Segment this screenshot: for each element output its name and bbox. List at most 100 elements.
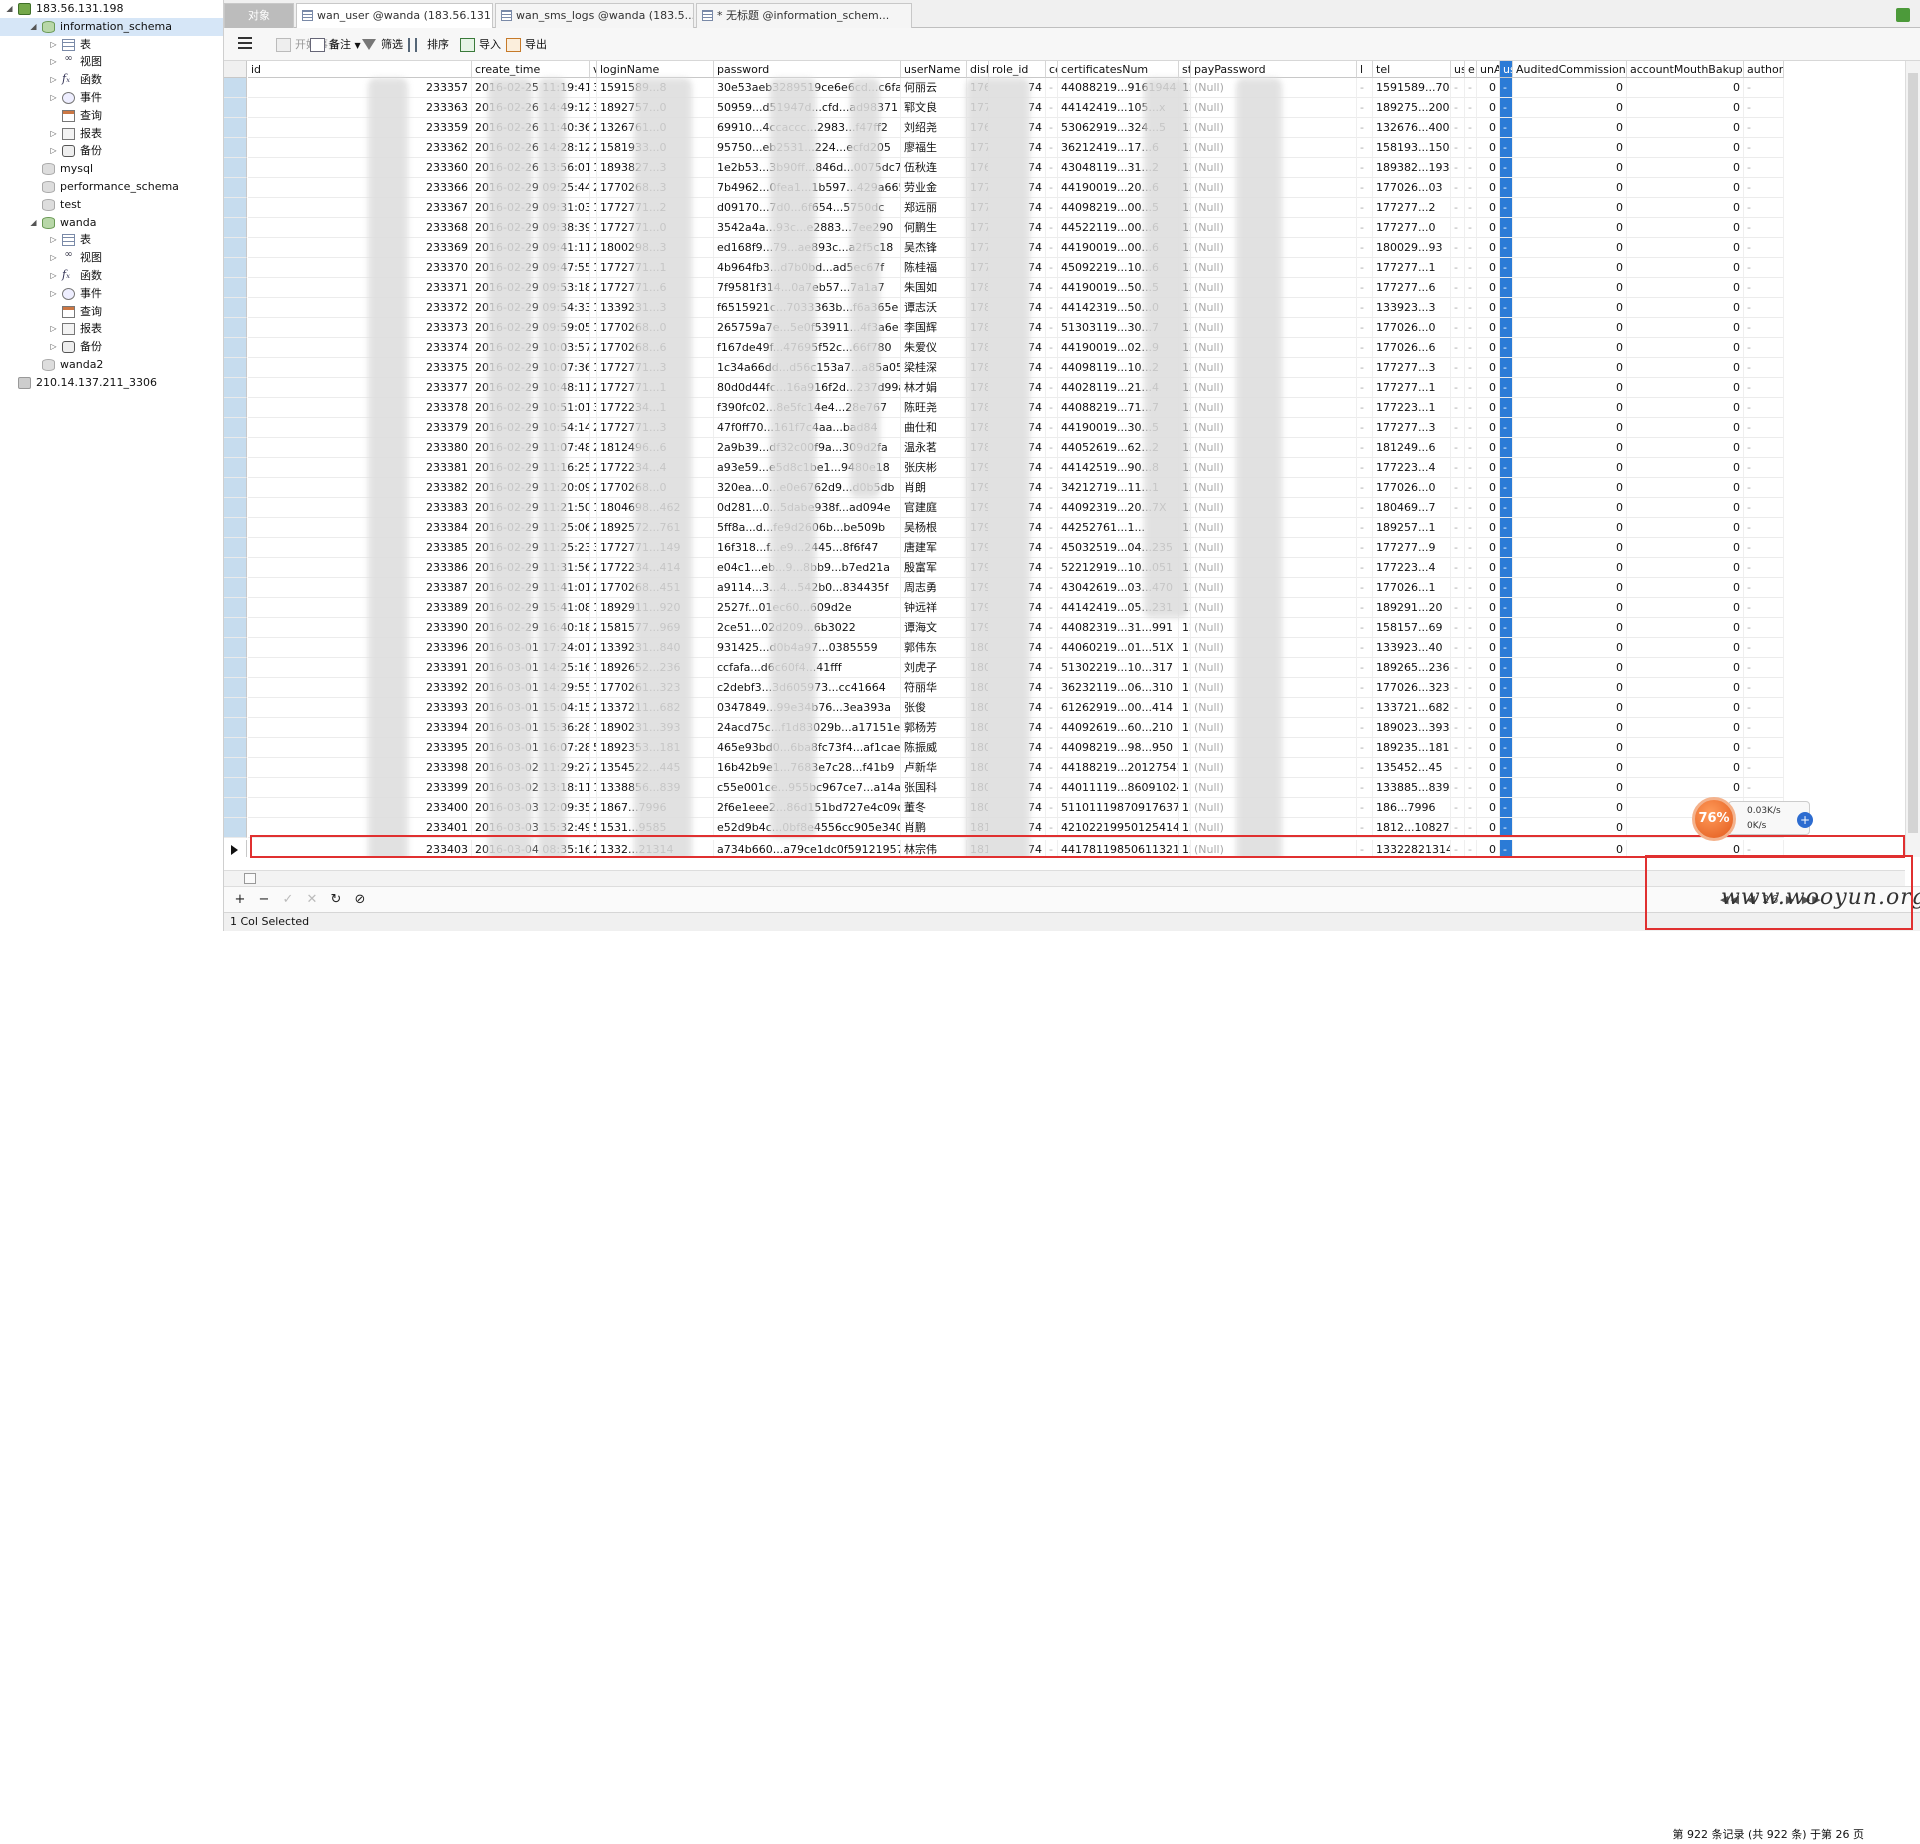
table-row[interactable]: 2333832016-02-29 11:21:5011804698...4620…: [224, 498, 1905, 518]
tree-node[interactable]: ◢ wanda: [0, 214, 223, 232]
row-marker[interactable]: [224, 298, 247, 318]
table-cell[interactable]: 0: [1627, 158, 1744, 178]
table-cell[interactable]: 233372: [248, 298, 472, 318]
table-cell[interactable]: -: [1357, 678, 1373, 698]
table-cell[interactable]: -: [1744, 658, 1784, 678]
table-cell[interactable]: -: [1357, 118, 1373, 138]
table-cell[interactable]: 0: [1627, 378, 1744, 398]
table-cell[interactable]: -: [1046, 678, 1058, 698]
table-row[interactable]: 2334012016-03-03 15:32:4951531...9585e52…: [224, 818, 1905, 838]
table-cell[interactable]: -: [1465, 138, 1477, 158]
table-cell[interactable]: -: [1451, 218, 1465, 238]
table-cell[interactable]: -: [1357, 318, 1373, 338]
table-cell[interactable]: -: [1500, 278, 1513, 298]
table-cell[interactable]: -: [1465, 758, 1477, 778]
column-header[interactable]: unA: [1477, 61, 1500, 78]
table-cell[interactable]: 0: [1513, 578, 1627, 598]
table-cell[interactable]: 1: [590, 258, 597, 278]
row-marker[interactable]: [224, 558, 247, 578]
table-cell[interactable]: 233385: [248, 538, 472, 558]
table-cell[interactable]: 51302219...10...317: [1058, 658, 1179, 678]
table-cell[interactable]: 0: [1513, 298, 1627, 318]
table-cell[interactable]: -: [1451, 798, 1465, 818]
table-cell[interactable]: -: [1500, 138, 1513, 158]
table-cell[interactable]: -: [1451, 518, 1465, 538]
table-cell[interactable]: 12: [1179, 818, 1191, 838]
table-cell[interactable]: 36232119...06...310: [1058, 678, 1179, 698]
table-cell[interactable]: -: [1357, 178, 1373, 198]
table-cell[interactable]: 林才娟: [901, 378, 967, 398]
table-cell[interactable]: 廖福生: [901, 138, 967, 158]
table-cell[interactable]: -: [1500, 558, 1513, 578]
table-cell[interactable]: -: [1451, 840, 1465, 857]
table-cell[interactable]: 0: [1627, 538, 1744, 558]
table-cell[interactable]: 郭伟东: [901, 638, 967, 658]
table-cell[interactable]: -: [1744, 318, 1784, 338]
table-cell[interactable]: 肖鹏: [901, 818, 967, 838]
row-marker[interactable]: [224, 738, 247, 758]
tree-node[interactable]: ▷ fₓ 函数: [0, 71, 223, 89]
table-cell[interactable]: 233398: [248, 758, 472, 778]
table-cell[interactable]: -: [1451, 298, 1465, 318]
table-cell[interactable]: 0: [1477, 318, 1500, 338]
table-cell[interactable]: -: [1465, 78, 1477, 98]
table-row[interactable]: 2333802016-02-29 11:07:4821812496...62a9…: [224, 438, 1905, 458]
table-cell[interactable]: -: [1451, 358, 1465, 378]
table-cell[interactable]: 朱爱仪: [901, 338, 967, 358]
table-cell[interactable]: 2: [590, 438, 597, 458]
table-cell[interactable]: 0: [1477, 498, 1500, 518]
table-row[interactable]: 2333862016-02-29 11:31:5621772234...414e…: [224, 558, 1905, 578]
row-marker[interactable]: [224, 338, 247, 358]
table-cell[interactable]: 233382: [248, 478, 472, 498]
vertical-scrollbar[interactable]: [1905, 61, 1920, 857]
table-cell[interactable]: 3: [590, 398, 597, 418]
tree-node[interactable]: ▷ 事件: [0, 285, 223, 303]
table-cell[interactable]: -: [1046, 258, 1058, 278]
table-cell[interactable]: 3: [590, 98, 597, 118]
table-cell[interactable]: -: [1451, 678, 1465, 698]
table-cell[interactable]: 0: [1513, 618, 1627, 638]
table-cell[interactable]: -: [1500, 198, 1513, 218]
table-row[interactable]: 2333782016-02-29 10:51:0131772234...1f39…: [224, 398, 1905, 418]
table-row[interactable]: 2333852016-02-29 11:25:2331772771...1491…: [224, 538, 1905, 558]
table-cell[interactable]: 0: [1513, 558, 1627, 578]
table-cell[interactable]: 44178119850611321X: [1058, 840, 1179, 857]
row-marker[interactable]: [224, 718, 247, 738]
table-cell[interactable]: 0: [1513, 178, 1627, 198]
table-cell[interactable]: -: [1744, 98, 1784, 118]
table-cell[interactable]: -: [1357, 418, 1373, 438]
expand-arrow-icon[interactable]: ▷: [49, 285, 58, 303]
collapse-arrow-icon[interactable]: ◢: [29, 214, 38, 232]
table-cell[interactable]: 233375: [248, 358, 472, 378]
table-cell[interactable]: 158193...150: [1373, 138, 1451, 158]
table-cell[interactable]: 0: [1627, 258, 1744, 278]
table-cell[interactable]: -: [1046, 778, 1058, 798]
table-cell[interactable]: -: [1357, 218, 1373, 238]
table-cell[interactable]: -: [1500, 758, 1513, 778]
table-cell[interactable]: 0: [1627, 238, 1744, 258]
table-cell[interactable]: -: [1500, 738, 1513, 758]
table-cell[interactable]: -: [1465, 538, 1477, 558]
table-cell[interactable]: -: [1500, 178, 1513, 198]
table-cell[interactable]: -: [1357, 438, 1373, 458]
table-cell[interactable]: -: [1357, 278, 1373, 298]
tree-node[interactable]: mysql: [0, 160, 223, 178]
table-cell[interactable]: -: [1465, 778, 1477, 798]
table-cell[interactable]: 233373: [248, 318, 472, 338]
table-cell[interactable]: -: [1465, 478, 1477, 498]
table-cell[interactable]: -: [1046, 318, 1058, 338]
table-cell[interactable]: 44011119...8609102457: [1058, 778, 1179, 798]
table-cell[interactable]: 何丽云: [901, 78, 967, 98]
table-cell[interactable]: 0: [1627, 298, 1744, 318]
table-cell[interactable]: -: [1357, 358, 1373, 378]
table-cell[interactable]: -: [1744, 518, 1784, 538]
table-cell[interactable]: 0: [1477, 518, 1500, 538]
table-cell[interactable]: 何鹏生: [901, 218, 967, 238]
table-cell[interactable]: 189291...20: [1373, 598, 1451, 618]
table-cell[interactable]: 177277...6: [1373, 278, 1451, 298]
table-cell[interactable]: -: [1357, 538, 1373, 558]
table-cell[interactable]: -: [1451, 198, 1465, 218]
table-row[interactable]: 2333872016-02-29 11:41:0121770268...451a…: [224, 578, 1905, 598]
table-cell[interactable]: 0: [1477, 278, 1500, 298]
table-cell[interactable]: -: [1500, 840, 1513, 857]
